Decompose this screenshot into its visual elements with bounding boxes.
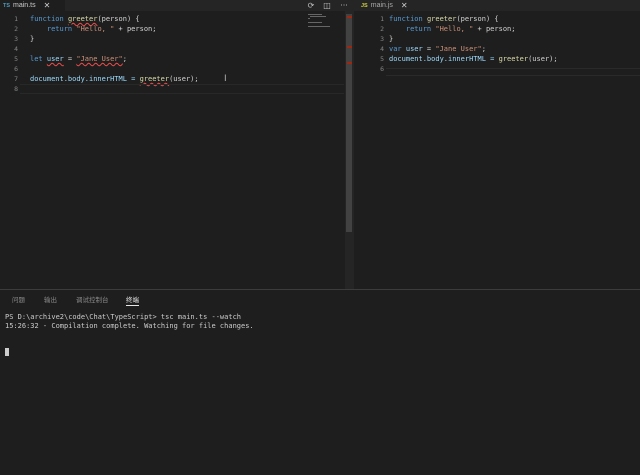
- typescript-file-icon: TS: [3, 2, 11, 9]
- javascript-file-icon: JS: [361, 2, 368, 9]
- current-line-highlight: [386, 68, 640, 76]
- code-token: let: [30, 55, 47, 63]
- more-actions-icon[interactable]: ···: [337, 0, 351, 11]
- line-number: 4: [14, 45, 18, 53]
- code-line[interactable]: }: [389, 34, 393, 44]
- code-token: }: [389, 35, 394, 43]
- error-marker: [347, 46, 352, 48]
- line-number: 1: [380, 15, 384, 23]
- code-line[interactable]: let user = "Jane User";: [30, 54, 127, 64]
- code-token: user: [405, 45, 423, 53]
- tab-output[interactable]: 输出: [44, 294, 57, 304]
- tab-debug-console[interactable]: 调试控制台: [76, 294, 109, 304]
- code-token: "Jane User": [76, 55, 123, 63]
- split-editor-icon[interactable]: ◫: [320, 0, 334, 11]
- code-line[interactable]: function greeter(person) {: [30, 14, 140, 24]
- code-token: return: [405, 25, 436, 33]
- minimap[interactable]: [308, 14, 336, 27]
- code-line[interactable]: function greeter(person) {: [389, 14, 499, 24]
- code-token: greeter: [67, 15, 98, 23]
- code-token: }: [30, 35, 35, 43]
- code-token: greeter: [498, 55, 529, 63]
- editor-main-js[interactable]: 123456 function greeter(person) { return…: [354, 11, 640, 289]
- current-line-highlight: [20, 84, 344, 94]
- tab-label: main.ts: [13, 2, 36, 9]
- code-token: document.body.innerHTML =: [30, 75, 140, 83]
- line-number: 2: [14, 25, 18, 33]
- tab-terminal[interactable]: 终端: [126, 294, 139, 306]
- code-token: (person) {: [456, 15, 499, 23]
- code-token: function: [30, 15, 68, 23]
- code-token: ;: [481, 45, 486, 53]
- tab-main-ts[interactable]: TS main.ts ✕: [0, 0, 65, 11]
- line-number: 6: [380, 65, 384, 73]
- code-token: + person;: [114, 25, 157, 33]
- code-line[interactable]: return "Hello, " + person;: [389, 24, 516, 34]
- error-marker: [347, 16, 352, 18]
- code-token: "Hello, ": [76, 25, 115, 33]
- code-line[interactable]: }: [30, 34, 34, 44]
- editor-main-ts[interactable]: 12345678 function greeter(person) { retu…: [0, 11, 345, 289]
- close-icon[interactable]: ✕: [44, 1, 51, 10]
- line-number: 5: [380, 55, 384, 63]
- code-token: "Jane User": [435, 45, 482, 53]
- code-token: greeter: [139, 75, 170, 83]
- line-number: 8: [14, 85, 18, 93]
- code-line[interactable]: var user = "Jane User";: [389, 44, 486, 54]
- code-token: return: [46, 25, 77, 33]
- line-number: 1: [14, 15, 18, 23]
- terminal-cursor[interactable]: [5, 348, 9, 356]
- code-token: + person;: [473, 25, 516, 33]
- code-token: ;: [122, 55, 127, 63]
- tab-label: main.js: [370, 2, 393, 9]
- line-number: 7: [14, 75, 18, 83]
- line-number: 2: [380, 25, 384, 33]
- code-token: (person) {: [97, 15, 140, 23]
- code-line[interactable]: return "Hello, " + person;: [30, 24, 157, 34]
- open-changes-icon[interactable]: ⟳: [304, 0, 318, 11]
- line-number: 5: [14, 55, 18, 63]
- code-token: (user);: [528, 55, 558, 63]
- code-token: (user);: [169, 75, 199, 83]
- code-token: var: [389, 45, 406, 53]
- error-marker: [347, 62, 352, 64]
- line-number: 6: [14, 65, 18, 73]
- line-number: 4: [380, 45, 384, 53]
- code-line[interactable]: document.body.innerHTML = greeter(user);: [30, 74, 199, 84]
- code-token: greeter: [426, 15, 457, 23]
- line-number: 3: [14, 35, 18, 43]
- code-token: =: [63, 55, 77, 63]
- code-token: function: [389, 15, 427, 23]
- tab-main-js[interactable]: JS main.js ✕: [357, 0, 421, 11]
- code-token: user: [46, 55, 64, 63]
- code-line[interactable]: document.body.innerHTML = greeter(user);: [389, 54, 558, 64]
- code-token: =: [422, 45, 436, 53]
- code-token: "Hello, ": [435, 25, 474, 33]
- code-token: document.body.innerHTML =: [389, 55, 499, 63]
- close-icon[interactable]: ✕: [401, 1, 408, 10]
- tab-problems[interactable]: 问题: [12, 294, 25, 304]
- text-cursor-icon: I: [224, 74, 227, 84]
- terminal-line[interactable]: 15:26:32 - Compilation complete. Watchin…: [5, 321, 254, 331]
- line-number: 3: [380, 35, 384, 43]
